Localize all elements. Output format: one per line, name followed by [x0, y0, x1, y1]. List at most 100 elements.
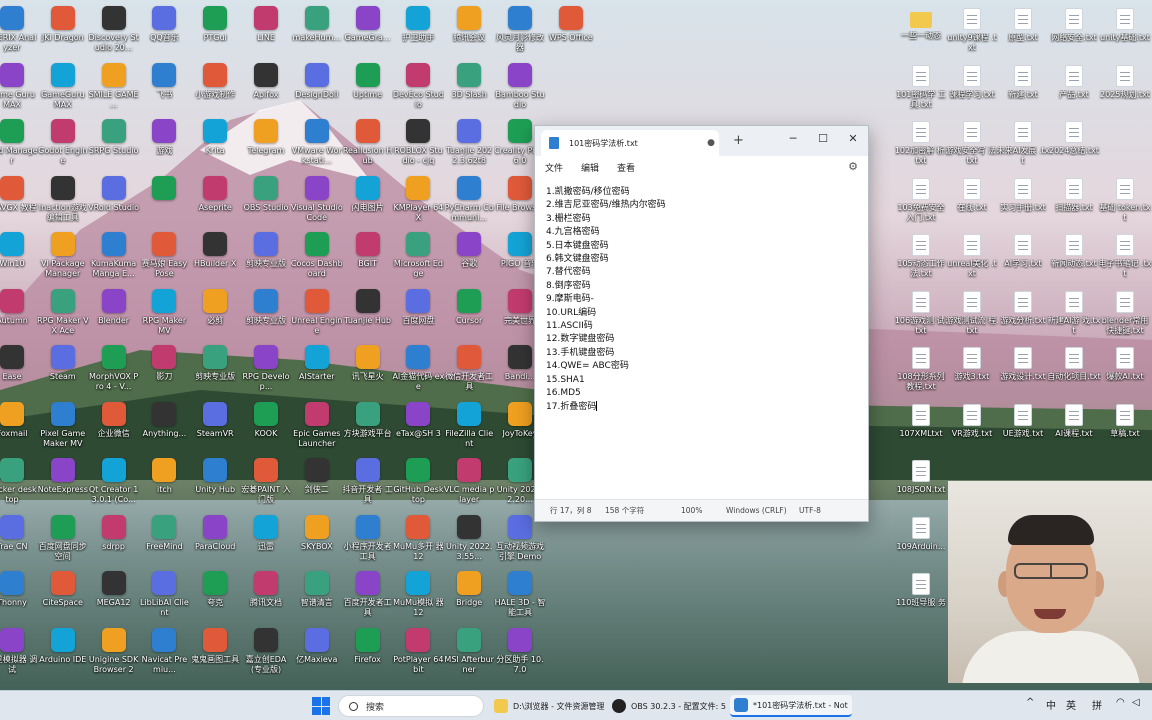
- desktop-file-icon[interactable]: 105动态工作 法.txt: [895, 228, 947, 284]
- desktop-app-icon[interactable]: KumaKuma Manga E...: [88, 228, 140, 284]
- desktop-app-icon[interactable]: MuMu多开 器12: [392, 511, 444, 567]
- desktop-file-icon[interactable]: 新建AI游 戏.txt: [1048, 285, 1100, 341]
- desktop-app-icon[interactable]: 百度网盘同步 空间: [37, 511, 89, 567]
- desktop-app-icon[interactable]: AI金猫代码 exe: [392, 341, 444, 397]
- desktop-file-icon[interactable]: 基础 token.txt: [1099, 172, 1151, 228]
- desktop-app-icon[interactable]: [138, 172, 190, 228]
- desktop-app-icon[interactable]: SRPG Studio: [88, 115, 140, 171]
- new-tab-button[interactable]: +: [733, 133, 744, 148]
- desktop-app-icon[interactable]: SteamVR: [189, 398, 241, 454]
- desktop-app-icon[interactable]: Microsoft Edge: [392, 228, 444, 284]
- desktop-file-icon[interactable]: 在线.txt: [946, 172, 998, 228]
- desktop-app-icon[interactable]: Bamboo Studio: [494, 59, 546, 115]
- desktop-file-icon[interactable]: 110班导服 务: [895, 567, 947, 623]
- desktop-file-icon[interactable]: 课程学习.txt: [946, 59, 998, 115]
- desktop-app-icon[interactable]: 腾讯会议: [443, 2, 495, 58]
- desktop-app-icon[interactable]: SKYBOX: [291, 511, 343, 567]
- desktop-app-icon[interactable]: GameGra...: [342, 2, 394, 58]
- desktop-app-icon[interactable]: 腾讯文档: [240, 567, 292, 623]
- desktop-app-icon[interactable]: 方块游戏平台: [342, 398, 394, 454]
- desktop-file-icon[interactable]: 电子书笔记 .txt: [1099, 228, 1151, 284]
- desktop-file-icon[interactable]: 原型.txt: [997, 2, 1049, 58]
- tray-ime-pinyin[interactable]: 拼: [1092, 697, 1102, 712]
- desktop-app-icon[interactable]: sdrpp: [88, 511, 140, 567]
- minimize-button[interactable]: ─: [779, 129, 807, 149]
- desktop-app-icon[interactable]: 剪映专业版: [189, 341, 241, 397]
- desktop-app-icon[interactable]: 微信开发者工 具: [443, 341, 495, 397]
- desktop-app-icon[interactable]: FileZilla Client: [443, 398, 495, 454]
- desktop-app-icon[interactable]: 宏碁PAINT 入门版: [240, 454, 292, 510]
- desktop-app-icon[interactable]: 嘉立创EDA (专业版): [240, 624, 292, 680]
- desktop-app-icon[interactable]: Blender: [88, 285, 140, 341]
- desktop-app-icon[interactable]: itch: [138, 454, 190, 510]
- desktop-app-icon[interactable]: ROBLOX Studio - cjq: [392, 115, 444, 171]
- wifi-icon[interactable]: ◠: [1116, 697, 1125, 708]
- desktop-app-icon[interactable]: QQ音乐: [138, 2, 190, 58]
- desktop-app-icon[interactable]: GitHub Desktop: [392, 454, 444, 510]
- desktop-app-icon[interactable]: makeHum...: [291, 2, 343, 58]
- desktop-app-icon[interactable]: Ease: [0, 341, 38, 397]
- desktop-file-icon[interactable]: unity基础.txt: [1099, 2, 1151, 58]
- menu-edit[interactable]: 编辑: [581, 161, 599, 174]
- desktop-app-icon[interactable]: Qt Creator 13.0.1 (Co...: [88, 454, 140, 510]
- desktop-file-icon[interactable]: 游戏3.txt: [946, 341, 998, 397]
- desktop-file-icon[interactable]: 产品.txt: [1048, 59, 1100, 115]
- desktop-app-icon[interactable]: 迅雷: [240, 511, 292, 567]
- desktop-app-icon[interactable]: Foxmail: [0, 398, 38, 454]
- desktop-app-icon[interactable]: MSI Afterburner: [443, 624, 495, 680]
- desktop-file-icon[interactable]: 网络安全.txt: [1048, 2, 1100, 58]
- desktop-app-icon[interactable]: NoteExpress: [37, 454, 89, 510]
- close-button[interactable]: ✕: [839, 129, 867, 149]
- desktop-app-icon[interactable]: OBS Studio: [240, 172, 292, 228]
- encoding[interactable]: UTF-8: [799, 506, 821, 515]
- desktop-app-icon[interactable]: 风灵月影修改 器: [494, 2, 546, 58]
- desktop-app-icon[interactable]: Uptime: [342, 59, 394, 115]
- tray-ime-en[interactable]: 英: [1066, 697, 1076, 712]
- line-ending[interactable]: Windows (CRLF): [726, 506, 787, 515]
- desktop-app-icon[interactable]: Game Guru MAX: [0, 59, 38, 115]
- desktop-app-icon[interactable]: BGIT: [342, 228, 394, 284]
- desktop-app-icon[interactable]: Firefox: [342, 624, 394, 680]
- desktop-app-icon[interactable]: Epic Games Launcher: [291, 398, 343, 454]
- desktop-app-icon[interactable]: VMware Workstati...: [291, 115, 343, 171]
- desktop-app-icon[interactable]: RPG Maker MV: [138, 285, 190, 341]
- desktop-app-icon[interactable]: GameGuru MAX: [37, 59, 89, 115]
- notepad-tab[interactable]: 101密码学法析.txt ●: [541, 130, 719, 156]
- desktop-app-icon[interactable]: DesignDoll: [291, 59, 343, 115]
- desktop-app-icon[interactable]: Telegram: [240, 115, 292, 171]
- desktop-file-icon[interactable]: unreal美化 .txt: [946, 228, 998, 284]
- desktop-file-icon[interactable]: 实习手册.txt: [997, 172, 1049, 228]
- taskbar-obs[interactable]: OBS 30.2.3 - 配置文件: 5: [612, 695, 726, 717]
- desktop-app-icon[interactable]: Discovery Studio 20...: [88, 2, 140, 58]
- desktop-app-icon[interactable]: 剪映专业版: [240, 228, 292, 284]
- desktop-app-icon[interactable]: Cursor: [443, 285, 495, 341]
- desktop-file-icon[interactable]: 游戏测试流 程.txt: [945, 285, 999, 341]
- desktop-app-icon[interactable]: Pixel Game Maker MV: [37, 398, 89, 454]
- desktop-app-icon[interactable]: VLC media player: [443, 454, 495, 510]
- desktop-app-icon[interactable]: 必剪: [189, 285, 241, 341]
- desktop-app-icon[interactable]: Cocos Dashboard: [291, 228, 343, 284]
- desktop-app-icon[interactable]: Godot Engine: [37, 115, 89, 171]
- desktop-file-icon[interactable]: 106游戏测 试.txt: [895, 285, 947, 341]
- desktop-app-icon[interactable]: Apifox: [240, 59, 292, 115]
- desktop-file-icon[interactable]: AI学习.txt: [997, 228, 1049, 284]
- desktop-file-icon[interactable]: 2025规划.txt: [1099, 59, 1151, 115]
- desktop-file-icon[interactable]: 107XMLtxt: [895, 398, 947, 454]
- desktop-app-icon[interactable]: VI Package Manager: [37, 228, 89, 284]
- desktop-app-icon[interactable]: LINE: [240, 2, 292, 58]
- desktop-app-icon[interactable]: 小游戏制作: [189, 59, 241, 115]
- desktop-app-icon[interactable]: 抖音开发者 工具: [342, 454, 394, 510]
- desktop-app-icon[interactable]: Autumn: [0, 285, 38, 341]
- desktop-file-icon[interactable]: UE游戏.txt: [997, 398, 1049, 454]
- desktop-file-icon[interactable]: 103免费安全 入门.txt: [895, 172, 947, 228]
- desktop-app-icon[interactable]: MorphVOX Pro 4 - V...: [88, 341, 140, 397]
- desktop-app-icon[interactable]: 游戏: [138, 115, 190, 171]
- desktop-app-icon[interactable]: DevEco Studio: [392, 59, 444, 115]
- desktop-app-icon[interactable]: Inaction游戏 编辑工具: [37, 172, 89, 228]
- desktop-app-icon[interactable]: 火星模拟器 调试: [0, 624, 38, 680]
- desktop-file-icon[interactable]: 新闻动态.txt: [1048, 228, 1100, 284]
- desktop-app-icon[interactable]: Tuanjie Hub: [342, 285, 394, 341]
- desktop-app-icon[interactable]: Anything...: [138, 398, 190, 454]
- desktop-app-icon[interactable]: JKI Dragon: [37, 2, 89, 58]
- desktop-app-icon[interactable]: PyCharm Communi...: [443, 172, 495, 228]
